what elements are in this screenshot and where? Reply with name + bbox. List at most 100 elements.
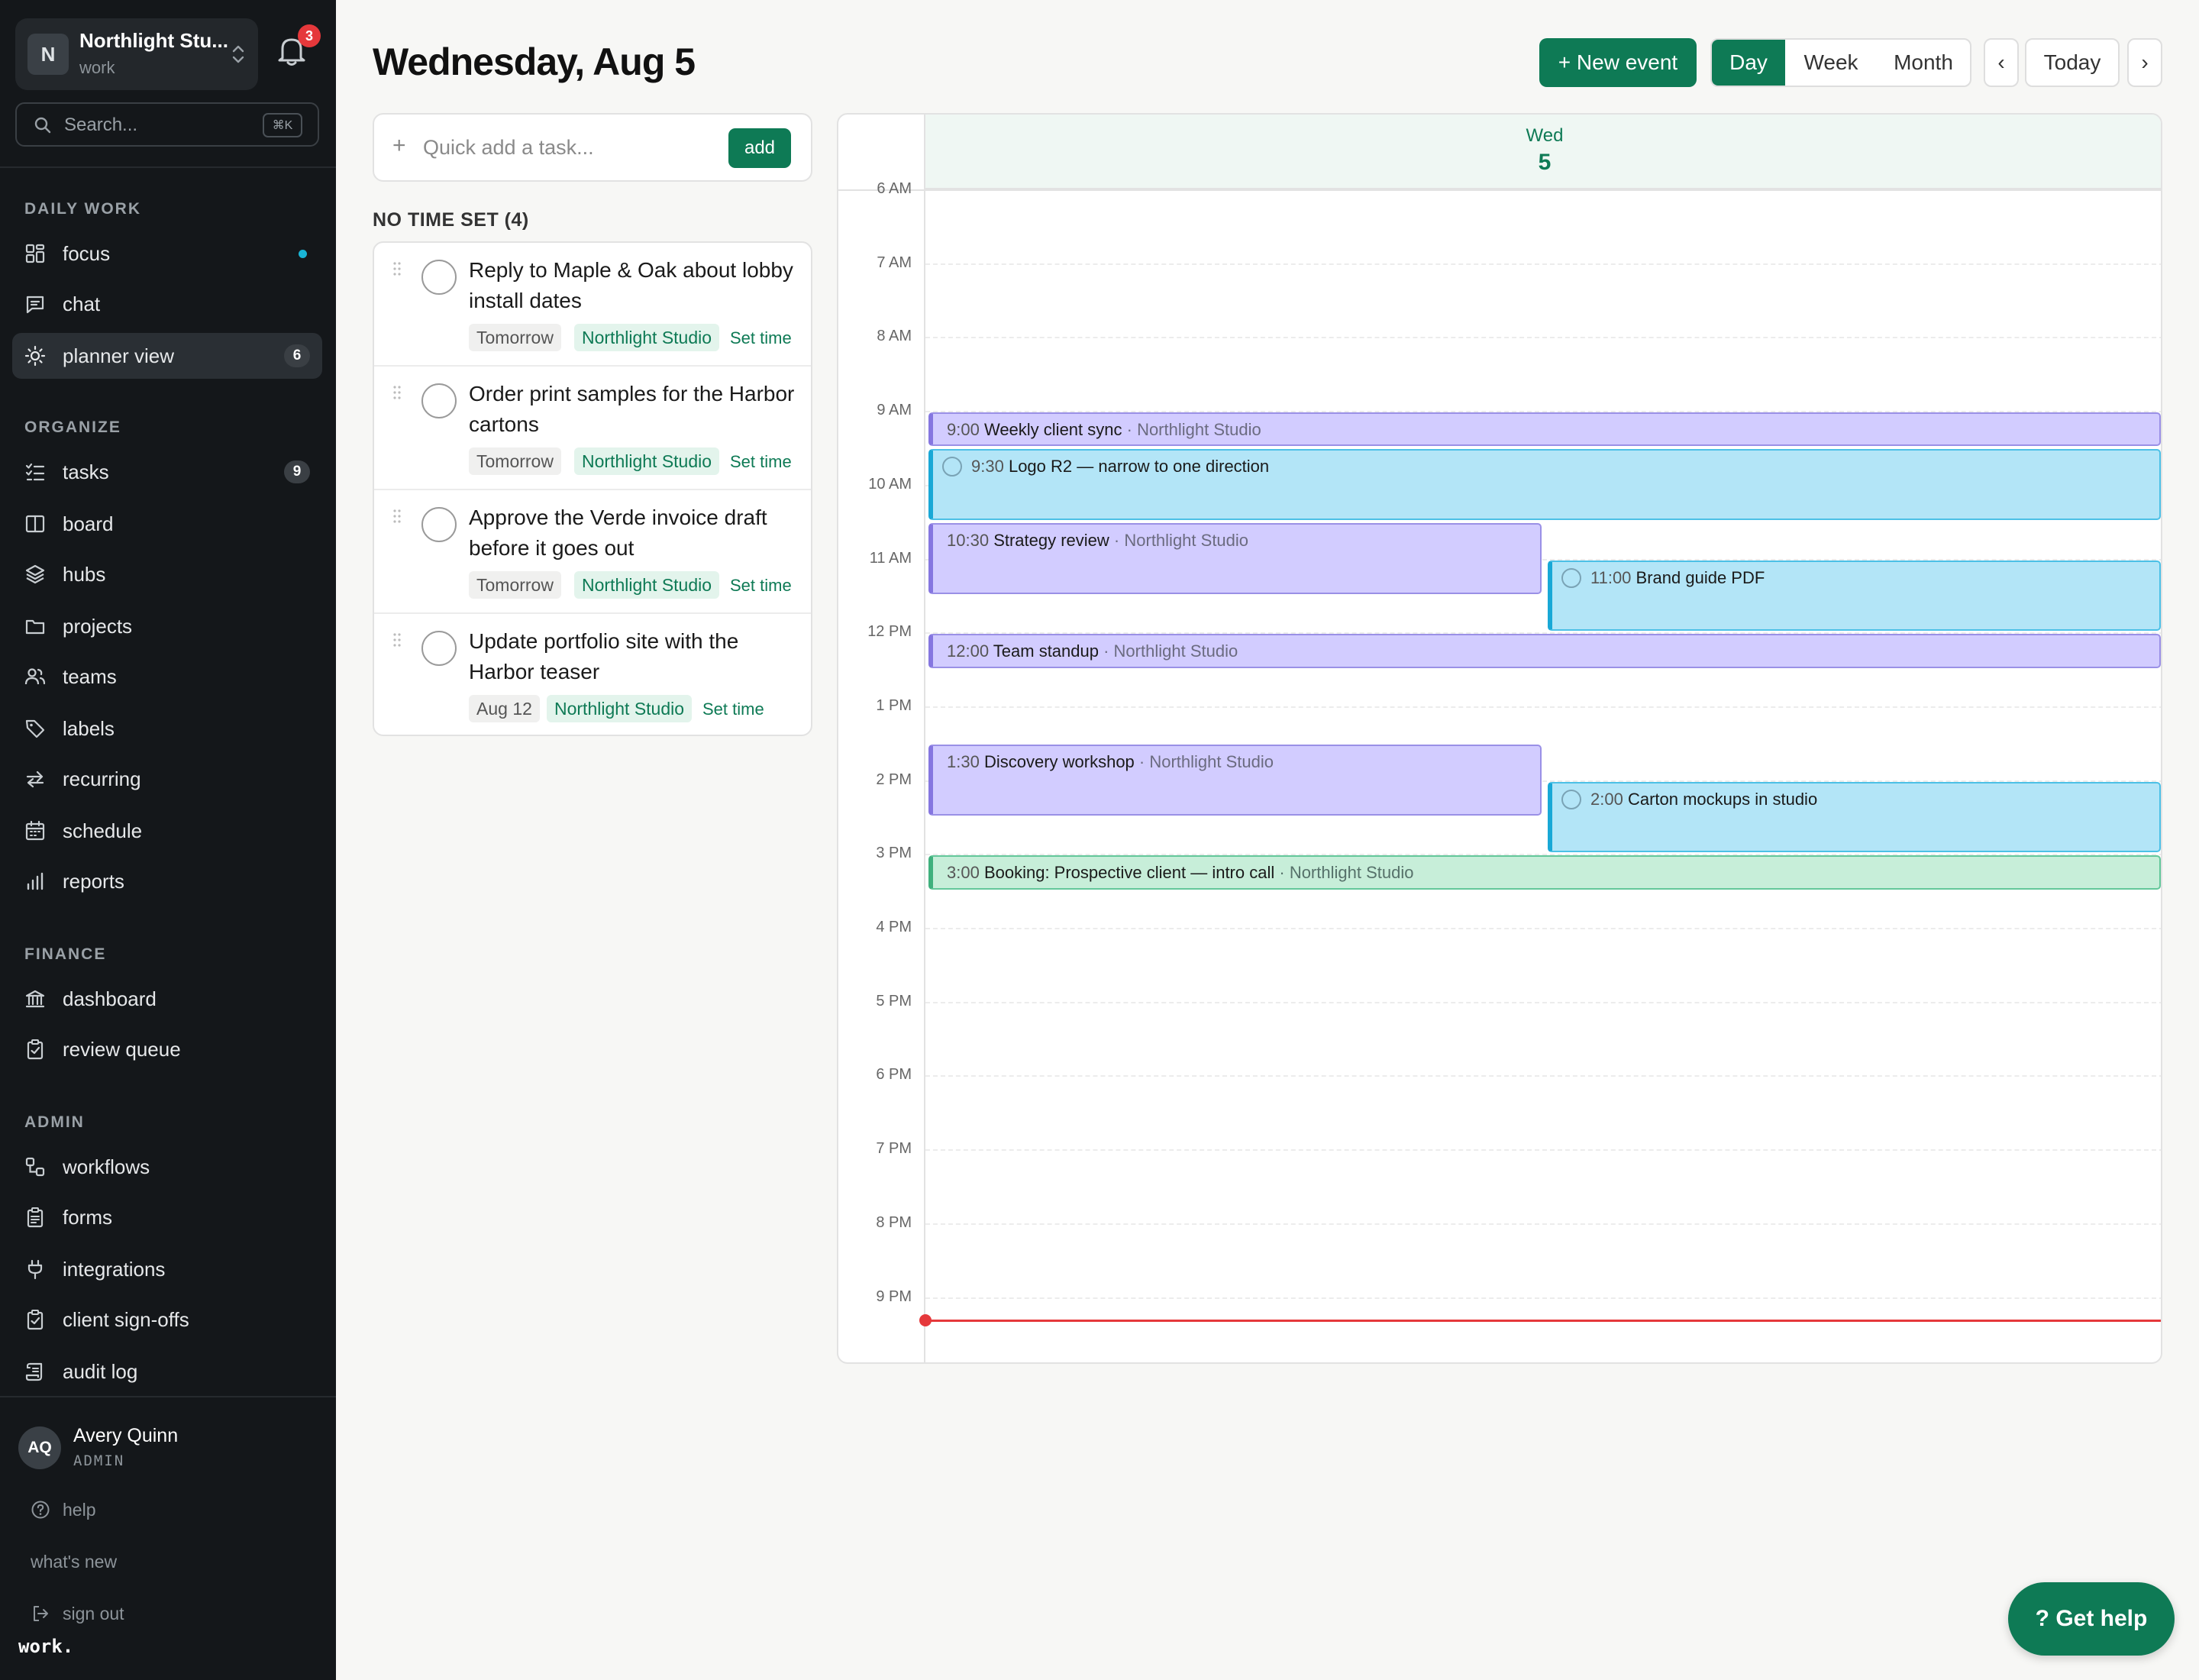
divider <box>0 166 336 168</box>
view-day-button[interactable]: Day <box>1712 40 1785 86</box>
hour-label: 8 PM <box>876 1213 912 1231</box>
event-hub: Northlight Studio <box>1149 752 1274 772</box>
calendar-event[interactable]: 9:30 Logo R2 — narrow to one direction <box>928 449 2161 521</box>
help-circle-icon <box>31 1501 50 1519</box>
calendar-event[interactable]: 11:00 Brand guide PDF <box>1548 560 2161 632</box>
sidebar-item-board[interactable]: board <box>12 501 322 547</box>
folder-icon <box>25 619 45 635</box>
event-time: 9:00 <box>947 420 980 440</box>
hour-label: 5 PM <box>876 992 912 1010</box>
task-checkbox[interactable] <box>421 631 457 666</box>
task-item[interactable]: Reply to Maple & Oak about lobby install… <box>374 243 811 367</box>
avatar[interactable]: AQ <box>18 1426 61 1469</box>
today-button[interactable]: Today <box>2025 38 2120 87</box>
drag-handle-icon[interactable] <box>392 632 402 648</box>
sidebar-item-chat[interactable]: chat <box>12 281 322 327</box>
task-item[interactable]: Update portfolio site with the Harbor te… <box>374 614 811 735</box>
task-title: Order print samples for the Harbor carto… <box>469 382 795 436</box>
event-time: 12:00 <box>947 641 990 661</box>
task-item[interactable]: Order print samples for the Harbor carto… <box>374 367 811 490</box>
drag-handle-icon[interactable] <box>392 385 402 400</box>
calendar-event[interactable]: 2:00 Carton mockups in studio <box>1548 781 2161 853</box>
set-time-link[interactable]: Set time <box>730 452 792 472</box>
sidebar-item-hubs[interactable]: hubs <box>12 551 322 597</box>
add-task-button[interactable]: add <box>728 128 791 168</box>
tag-icon <box>25 719 45 738</box>
event-title: Logo R2 — narrow to one direction <box>1008 457 1270 477</box>
get-help-button[interactable]: ? Get help <box>2008 1582 2175 1656</box>
event-hub: Northlight Studio <box>1124 531 1249 551</box>
sidebar-item-planner-view[interactable]: planner view 6 <box>12 333 322 379</box>
task-checkbox[interactable] <box>421 260 457 295</box>
set-time-link[interactable]: Set time <box>730 328 792 348</box>
task-project-chip: Northlight Studio <box>574 571 720 599</box>
task-checkbox[interactable] <box>942 457 962 477</box>
sidebar-item-label: recurring <box>63 767 141 790</box>
view-month-button[interactable]: Month <box>1877 40 1970 86</box>
sidebar-item-dashboard[interactable]: dashboard <box>12 976 322 1022</box>
sidebar-item-recurring[interactable]: recurring <box>12 756 322 802</box>
list-check-icon <box>25 463 45 481</box>
plus-icon: + <box>392 133 406 158</box>
calendar-event[interactable]: 3:00 Booking: Prospective client — intro… <box>928 855 2161 890</box>
sidebar-item-workflows[interactable]: workflows <box>12 1144 322 1190</box>
current-time-line <box>925 1319 2161 1322</box>
sidebar-item-forms[interactable]: forms <box>12 1194 322 1240</box>
sidebar-item-review-queue[interactable]: review queue <box>12 1026 322 1072</box>
chevron-up-down-icon <box>232 45 244 63</box>
sidebar-item-focus[interactable]: focus <box>12 231 322 276</box>
hour-gridline <box>925 1075 2161 1077</box>
search-input[interactable]: Search... ⌘K <box>15 102 319 147</box>
whats-new-link[interactable]: what's new <box>31 1552 117 1572</box>
calendar-event[interactable]: 10:30 Strategy review · Northlight Studi… <box>928 523 1542 594</box>
task-checkbox[interactable] <box>1561 789 1581 809</box>
hour-gridline <box>925 263 2161 265</box>
task-checkbox[interactable] <box>421 507 457 542</box>
sign-out-link[interactable]: sign out <box>63 1604 124 1624</box>
task-project-chip: Northlight Studio <box>574 324 720 351</box>
form-icon <box>27 1207 44 1228</box>
sidebar-item-label: tasks <box>63 460 109 483</box>
set-time-link[interactable]: Set time <box>702 699 764 719</box>
view-week-button[interactable]: Week <box>1785 40 1877 86</box>
hour-label: 12 PM <box>867 623 912 641</box>
calendar-event[interactable]: 1:30 Discovery workshop · Northlight Stu… <box>928 745 1542 816</box>
sidebar-item-reports[interactable]: reports <box>12 858 322 904</box>
workspace-avatar: N <box>27 34 69 75</box>
sidebar-item-client-sign-offs[interactable]: client sign-offs <box>12 1297 322 1342</box>
brand-logo: work. <box>18 1636 74 1657</box>
task-checkbox[interactable] <box>1561 567 1581 588</box>
quick-add-task[interactable]: + Quick add a task... add <box>373 113 812 182</box>
new-event-button[interactable]: + New event <box>1539 38 1697 87</box>
section-finance: FINANCE <box>24 945 107 963</box>
sidebar-item-teams[interactable]: teams <box>12 654 322 699</box>
task-item[interactable]: Approve the Verde invoice draft before i… <box>374 490 811 614</box>
sidebar-item-projects[interactable]: projects <box>12 603 322 649</box>
quick-add-input[interactable]: Quick add a task... <box>423 136 594 160</box>
scroll-icon <box>25 1362 43 1381</box>
hour-label: 11 AM <box>869 549 912 567</box>
sidebar-item-audit-log[interactable]: audit log <box>12 1349 322 1394</box>
task-title: Reply to Maple & Oak about lobby install… <box>469 258 793 312</box>
next-day-button[interactable]: › <box>2127 38 2162 87</box>
sidebar-item-integrations[interactable]: integrations <box>12 1246 322 1292</box>
help-link[interactable]: help <box>63 1500 95 1520</box>
workspace-switcher[interactable]: N Northlight Stu... work <box>15 18 258 90</box>
hour-label: 7 PM <box>876 1140 912 1158</box>
sidebar-item-label: review queue <box>63 1038 181 1061</box>
drag-handle-icon[interactable] <box>392 509 402 524</box>
sidebar-item-label: focus <box>63 242 111 265</box>
prev-day-button[interactable]: ‹ <box>1984 38 2019 87</box>
task-checkbox[interactable] <box>421 383 457 418</box>
sidebar-item-label: teams <box>63 665 117 688</box>
set-time-link[interactable]: Set time <box>730 576 792 596</box>
calendar-event[interactable]: 9:00 Weekly client sync · Northlight Stu… <box>928 412 2161 447</box>
drag-handle-icon[interactable] <box>392 261 402 276</box>
event-time: 3:00 <box>947 863 980 883</box>
sidebar-item-labels[interactable]: labels <box>12 706 322 751</box>
sidebar-item-schedule[interactable]: schedule <box>12 808 322 854</box>
hour-label: 8 AM <box>877 328 912 345</box>
calendar-icon <box>25 820 45 841</box>
calendar-event[interactable]: 12:00 Team standup · Northlight Studio <box>928 634 2161 668</box>
sidebar-item-tasks[interactable]: tasks 9 <box>12 449 322 495</box>
